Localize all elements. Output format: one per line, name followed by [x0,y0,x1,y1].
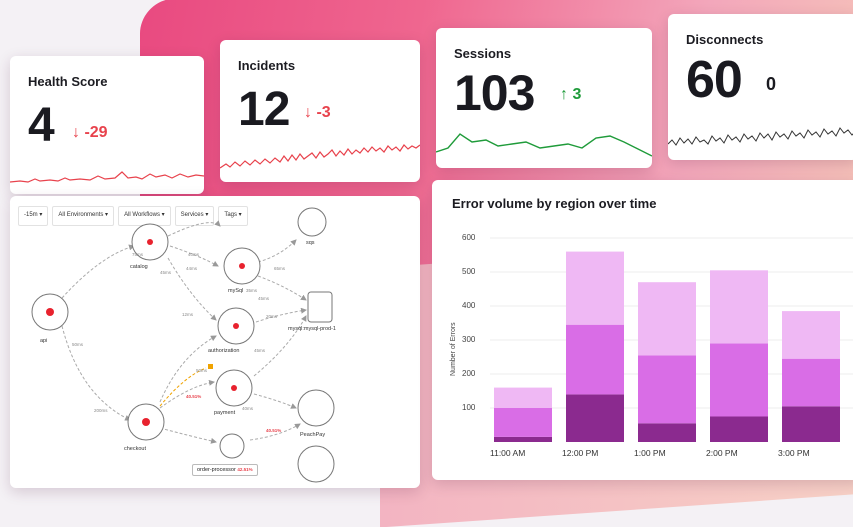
sqs-node [297,445,335,483]
card-delta: 0 [766,74,777,94]
edge-auth-db [255,307,307,323]
peachpay-label: PeachPay [300,432,326,438]
x-tick-label: 11:00 AM [490,448,526,458]
bar-chart-plot [490,237,853,442]
edge-api-catalog [61,244,135,299]
bar-segment [782,358,840,407]
card-title: Sessions [454,46,512,61]
arrow-up-icon: ↑ [560,86,568,103]
mysql-prod-label: mysql:mysql-prod-1 [288,326,336,332]
sqs-label: sqs [306,240,315,246]
payment-status-dot [231,385,237,391]
bar-segment [566,324,624,395]
health-score-card[interactable]: Health Score 4 ↓ -29 [10,56,204,194]
peachpay-node [297,389,335,427]
bar-segment [566,251,624,325]
bar-segment [494,408,552,437]
bar-segment [710,270,768,344]
mysql-status-dot [239,263,245,269]
x-tick-label: 1:00 PM [634,448,666,458]
edge-payment-peachpay [253,393,297,409]
incidents-sparkline [220,144,420,169]
bar-segment [638,282,696,356]
bar-segment [494,436,552,442]
edge-label: 12ms [182,312,194,317]
mysql-label: mySql [228,288,244,294]
edge-label: 40ms [242,406,254,411]
edge-label: 50ms [196,368,208,373]
warning-marker [208,364,213,369]
card-title: Health Score [28,74,108,89]
edge-label: 45ms [258,296,270,301]
sessions-sparkline [436,133,652,157]
x-tick-label: 3:00 PM [778,448,810,458]
edge-catalog-sqs [167,220,221,237]
error-volume-chart-card[interactable]: Error volume by region over time Number … [432,180,853,480]
edge-checkout-auth [159,335,217,403]
incidents-card[interactable]: Incidents 12 ↓ -3 [220,40,420,182]
edge-label: 50ms [72,342,84,347]
edge-label: 75ms [132,252,144,257]
bar-segment [638,355,696,424]
api-status-dot [46,308,54,316]
service-map-card[interactable]: -15m ▾ All Environments ▾ All Workflows … [10,196,420,488]
edge-label: 20ms [266,314,278,319]
card-value: 12 [238,83,290,136]
card-delta: ↓ -3 [304,104,331,121]
edge-mysql-sqs [257,239,297,263]
card-title: Disconnects [686,32,764,47]
edge-payment-sqs [253,315,307,377]
bar-segment [782,406,840,442]
edge-label: 65ms [274,266,286,271]
card-delta: ↓ -29 [72,124,108,141]
disconnects-sparkline [668,127,853,146]
checkout-status-dot [142,418,150,426]
order-processor-node [219,433,245,459]
authorization-label: authorization [208,348,240,354]
bar-segment [710,416,768,442]
sessions-card[interactable]: Sessions 103 ↑ 3 [436,28,652,168]
card-value: 60 [686,51,743,109]
edge-label: 45ms [254,348,266,353]
bar-segment [566,394,624,442]
arrow-down-icon: ↓ [304,104,312,121]
error-rate-label: 40.51% [266,428,282,433]
disconnects-card[interactable]: Disconnects 60 0 [668,14,853,160]
edge-label: 45ms [160,270,172,275]
api-label: api [40,338,48,344]
edge-label: 44ms [186,266,198,271]
x-tick-label: 2:00 PM [706,448,738,458]
catalog-label: catalog [130,264,148,270]
mysql-prod-node [307,291,333,323]
bar-segment [710,343,768,417]
edge-checkout-order [159,427,217,444]
edge-api-checkout [61,325,131,421]
order-processor-tag: order-processor 42.51% [192,464,258,476]
checkout-label: checkout [124,446,147,452]
card-value: 4 [28,99,55,152]
x-tick-label: 12:00 PM [562,448,599,458]
arrow-down-icon: ↓ [72,124,80,141]
edge-label: 40ms [188,252,200,257]
card-title: Incidents [238,58,296,73]
authorization-status-dot [233,323,239,329]
payment-label: payment [214,410,236,416]
health-sparkline [10,171,204,183]
card-value: 103 [454,65,535,121]
sqs-top-node [297,207,327,237]
card-delta: ↑ 3 [560,86,582,103]
bar-segment [638,423,696,442]
bar-segment [494,387,552,408]
bar-segment [782,311,840,359]
catalog-status-dot [147,239,153,245]
edge-label: 35ms [246,288,258,293]
error-rate-label: 40.51% [186,394,202,399]
edge-label: 200ms [94,408,108,413]
